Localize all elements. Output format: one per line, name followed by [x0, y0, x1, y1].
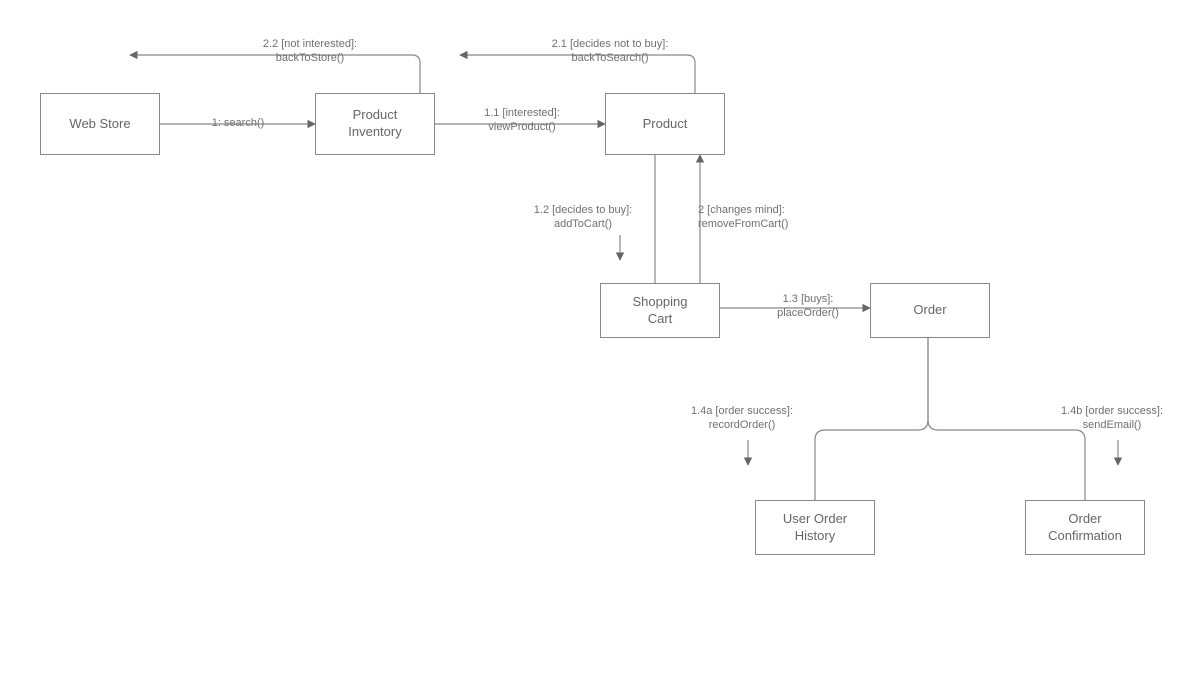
- node-label: Product Inventory: [348, 107, 401, 141]
- edge-label-search: 1: search(): [195, 117, 281, 131]
- node-label: Order: [913, 302, 946, 319]
- edge-label-back-to-search: 2.1 [decides not to buy]: backToSearch(): [525, 38, 695, 66]
- edge-label-place-order: 1.3 [buys]: placeOrder(): [758, 293, 858, 321]
- node-label: Shopping Cart: [633, 294, 688, 328]
- edge-label-send-email: 1.4b [order success]: sendEmail(): [1037, 405, 1187, 433]
- edge-label-add-to-cart: 1.2 [decides to buy]: addToCart(): [518, 204, 648, 232]
- node-product: Product: [605, 93, 725, 155]
- node-label: Web Store: [69, 116, 130, 133]
- node-shopping-cart: Shopping Cart: [600, 283, 720, 338]
- node-order: Order: [870, 283, 990, 338]
- node-label: User Order History: [783, 511, 847, 545]
- edge-label-back-to-store: 2.2 [not interested]: backToStore(): [225, 38, 395, 66]
- diagram-connectors: [0, 0, 1200, 686]
- node-product-inventory: Product Inventory: [315, 93, 435, 155]
- node-order-confirmation: Order Confirmation: [1025, 500, 1145, 555]
- edge-label-view-product: 1.1 [interested]: viewProduct(): [462, 107, 582, 135]
- node-web-store: Web Store: [40, 93, 160, 155]
- node-label: Product: [643, 116, 688, 133]
- edge-label-record-order: 1.4a [order success]: recordOrder(): [667, 405, 817, 433]
- node-user-order-history: User Order History: [755, 500, 875, 555]
- edge-label-remove-from-cart: 2 [changes mind]: removeFromCart(): [698, 204, 828, 232]
- node-label: Order Confirmation: [1048, 511, 1122, 545]
